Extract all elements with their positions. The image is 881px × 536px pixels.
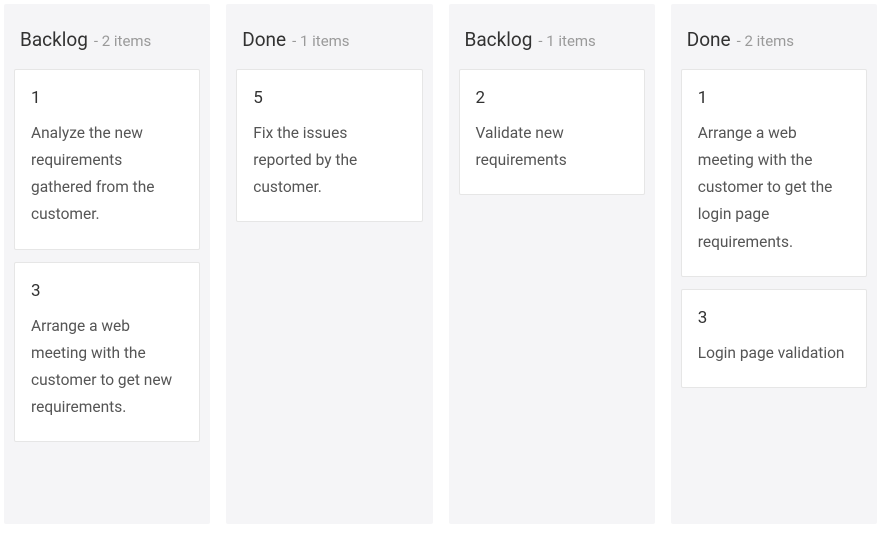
card-id: 2: [476, 88, 628, 108]
column-count: - 1 items: [292, 32, 349, 50]
column-count: - 1 items: [538, 32, 595, 50]
column-title: Done: [242, 28, 286, 51]
card-summary: Arrange a web meeting with the customer …: [31, 313, 183, 422]
column-count: - 2 items: [94, 32, 151, 50]
column-header: Backlog - 1 items: [449, 4, 655, 69]
column-title: Backlog: [20, 28, 88, 51]
kanban-card[interactable]: 3 Login page validation: [681, 289, 867, 388]
column-cards: 1 Arrange a web meeting with the custome…: [671, 69, 877, 398]
card-summary: Analyze the new requirements gathered fr…: [31, 120, 183, 229]
column-cards: 2 Validate new requirements: [449, 69, 655, 205]
column-cards: 5 Fix the issues reported by the custome…: [226, 69, 432, 232]
column-title: Done: [687, 28, 731, 51]
card-id: 5: [253, 88, 405, 108]
kanban-card[interactable]: 1 Arrange a web meeting with the custome…: [681, 69, 867, 277]
column-header: Backlog - 2 items: [4, 4, 210, 69]
card-id: 3: [698, 308, 850, 328]
kanban-card[interactable]: 3 Arrange a web meeting with the custome…: [14, 262, 200, 443]
card-id: 1: [698, 88, 850, 108]
kanban-column: Done - 2 items 1 Arrange a web meeting w…: [671, 4, 877, 524]
column-title: Backlog: [465, 28, 533, 51]
card-id: 1: [31, 88, 183, 108]
card-summary: Login page validation: [698, 340, 850, 367]
kanban-card[interactable]: 1 Analyze the new requirements gathered …: [14, 69, 200, 250]
card-summary: Arrange a web meeting with the customer …: [698, 120, 850, 256]
column-header: Done - 2 items: [671, 4, 877, 69]
card-id: 3: [31, 281, 183, 301]
column-header: Done - 1 items: [226, 4, 432, 69]
card-summary: Fix the issues reported by the customer.: [253, 120, 405, 201]
kanban-column: Backlog - 2 items 1 Analyze the new requ…: [4, 4, 210, 524]
column-count: - 2 items: [737, 32, 794, 50]
kanban-column: Backlog - 1 items 2 Validate new require…: [449, 4, 655, 524]
kanban-card[interactable]: 2 Validate new requirements: [459, 69, 645, 195]
card-summary: Validate new requirements: [476, 120, 628, 174]
column-cards: 1 Analyze the new requirements gathered …: [4, 69, 210, 452]
kanban-column: Done - 1 items 5 Fix the issues reported…: [226, 4, 432, 524]
kanban-card[interactable]: 5 Fix the issues reported by the custome…: [236, 69, 422, 222]
kanban-board: Backlog - 2 items 1 Analyze the new requ…: [4, 4, 877, 524]
